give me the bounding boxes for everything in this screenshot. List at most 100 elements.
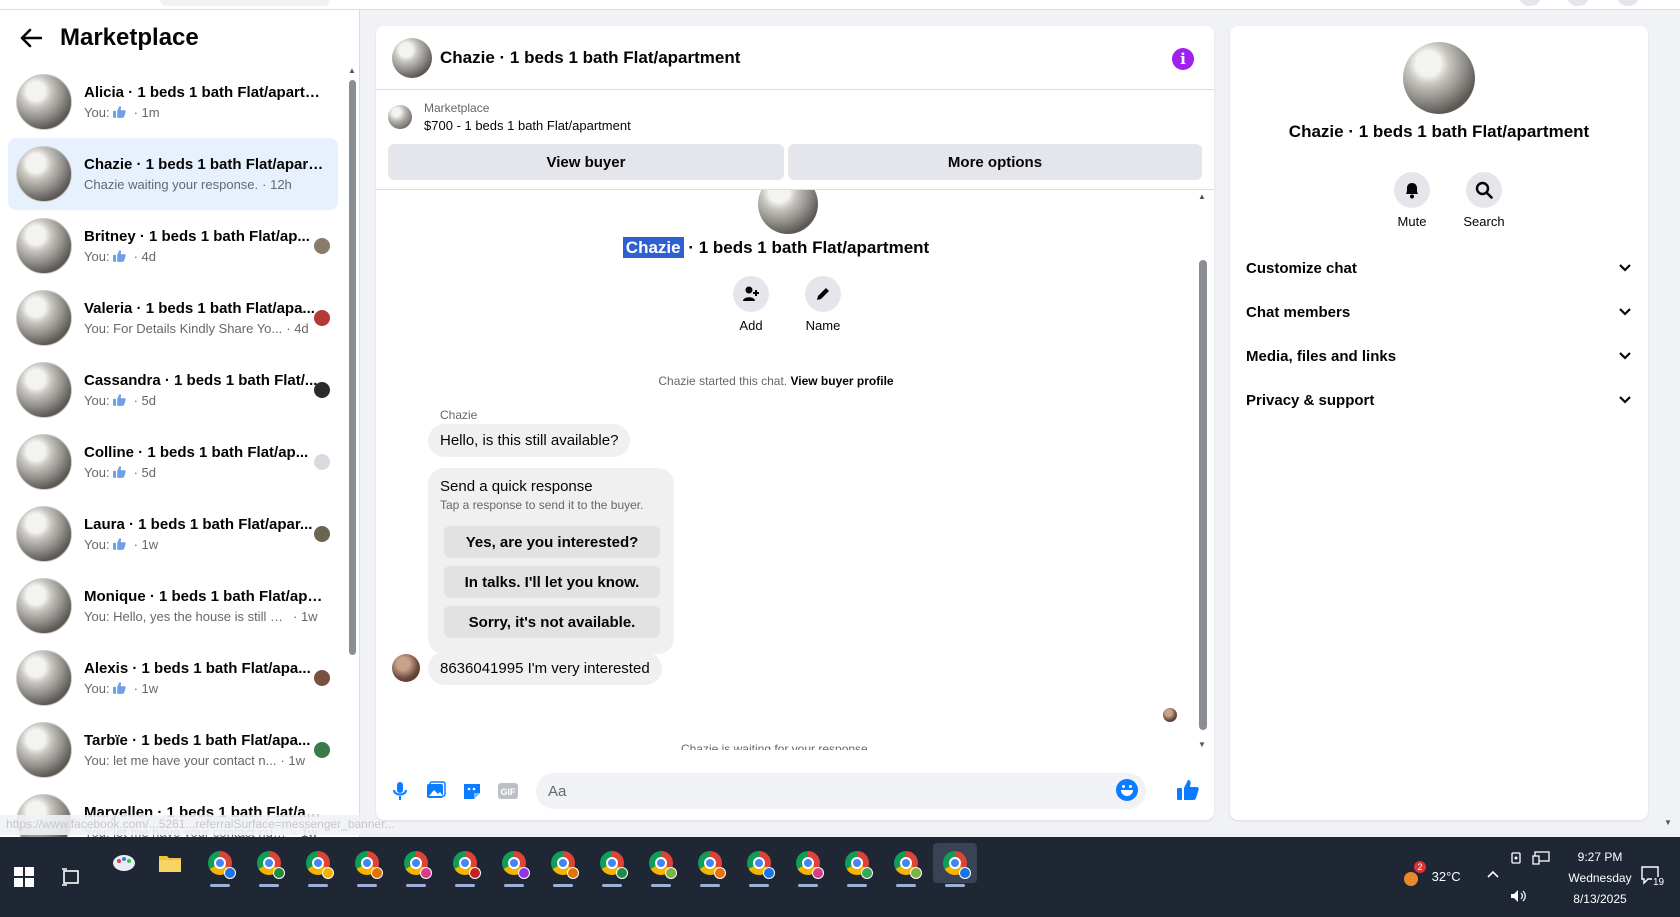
quick-response-option[interactable]: In talks. I'll let you know. [444,566,660,598]
paint-app-icon[interactable] [102,843,146,883]
conversation-item[interactable]: Alexis · 1 beds 1 bath Flat/apa... You: · … [8,642,338,714]
chrome-profile-icon[interactable] [590,843,634,887]
conversation-text: Monique · 1 beds 1 bath Flat/apa... You: … [84,588,324,624]
weather-widget[interactable]: 2 32°C [1400,861,1461,889]
chrome-profile-icon[interactable] [443,843,487,887]
buyer-avatar[interactable] [392,654,420,682]
chrome-profile-icon[interactable] [492,843,536,887]
section-label: Media, files and links [1246,347,1397,365]
emoji-icon[interactable] [1116,779,1138,801]
gif-icon[interactable]: GIF [496,779,520,803]
top-profile-dot[interactable] [1618,0,1638,6]
more-options-button[interactable]: More options [788,144,1202,180]
thumbs-up-icon [112,249,128,264]
incoming-message-1[interactable]: Hello, is this still available? [428,424,631,457]
top-search-pill[interactable] [160,0,330,6]
message-input[interactable]: Aa [536,773,1146,809]
page-title: Marketplace [60,24,199,51]
conversation-item[interactable]: Tarbïe · 1 beds 1 bath Flat/apa... You: l… [8,714,338,786]
message-time: · 4d [133,249,156,264]
view-buyer-profile-link[interactable]: View buyer profile [790,374,893,388]
conversation-item[interactable]: Alicia · 1 beds 1 bath Flat/apartm... You… [8,66,338,138]
add-people-button[interactable]: Add [721,276,781,333]
conversation-preview: You: · 1w [84,537,324,552]
chrome-profile-icon[interactable] [541,843,585,887]
scroll-up-arrow-icon[interactable]: ▲ [1198,192,1206,201]
quick-response-title: Send a quick response [440,478,593,495]
conversation-item[interactable]: Chazie · 1 beds 1 bath Flat/apart... Chaz… [8,138,338,210]
chrome-profile-icon[interactable] [394,843,438,887]
chrome-profile-icon[interactable] [345,843,389,887]
incoming-message-2[interactable]: 8636041995 I'm very interested [428,652,662,685]
section-chat-members[interactable]: Chat members [1246,290,1632,334]
name-button[interactable]: Name [793,276,853,333]
section-media-files-links[interactable]: Media, files and links [1246,334,1632,378]
sidebar-scroll-thumb[interactable] [349,80,356,655]
section-privacy-support[interactable]: Privacy & support [1246,378,1632,422]
chevron-down-icon [1619,308,1631,316]
thread-scrollbar[interactable]: ▲ ▼ [1198,190,1208,750]
chrome-profile-icon[interactable] [933,843,977,887]
conversation-item[interactable]: Monique · 1 beds 1 bath Flat/apa... You: … [8,570,338,642]
conversation-text: Chazie · 1 beds 1 bath Flat/apart... Chaz… [84,156,324,192]
chat-title[interactable]: Chazie · 1 beds 1 bath Flat/apartment [440,48,740,68]
thumbs-up-send-icon[interactable] [1176,778,1202,804]
photo-icon[interactable] [424,779,448,803]
chrome-profile-icon[interactable] [737,843,781,887]
listing-price: $700 - 1 beds 1 bath Flat/apartment [424,118,631,133]
top-notification-dot[interactable] [1568,0,1588,6]
section-customize-chat[interactable]: Customize chat [1246,246,1632,290]
conversation-item[interactable]: Cassandra · 1 beds 1 bath Flat/... You: · … [8,354,338,426]
conversation-text: Alexis · 1 beds 1 bath Flat/apa... You: · … [84,660,324,696]
conversation-item[interactable]: Britney · 1 beds 1 bath Flat/ap... You: · … [8,210,338,282]
quick-response-option[interactable]: Yes, are you interested? [444,526,660,558]
chrome-profile-icon[interactable] [296,843,340,887]
windows-start-icon[interactable] [14,867,34,887]
message-snippet: You: For Details Kindly Share Yo... [84,321,283,336]
sticker-icon[interactable] [460,779,484,803]
details-avatar[interactable] [1403,42,1475,114]
sender-name: Chazie [440,408,478,422]
chrome-profile-icon[interactable] [688,843,732,887]
seen-indicator-avatar [1163,708,1177,722]
notification-center-icon[interactable]: 19 [1640,865,1666,888]
chrome-profile-icon[interactable] [884,843,928,887]
chrome-profile-icon[interactable] [786,843,830,887]
conversation-item[interactable]: Colline · 1 beds 1 bath Flat/ap... You: · … [8,426,338,498]
page-scroll-down-arrow-icon[interactable]: ▼ [1664,818,1672,827]
chat-avatar[interactable] [392,37,432,78]
conversation-item[interactable]: Valeria · 1 beds 1 bath Flat/apa... You: … [8,282,338,354]
microphone-icon[interactable] [388,779,412,803]
quick-response-option[interactable]: Sorry, it's not available. [444,606,660,638]
chrome-profile-icon[interactable] [835,843,879,887]
listing-actions: View buyer More options [376,144,1214,190]
conversation-item[interactable]: Laura · 1 beds 1 bath Flat/apar... You: · … [8,498,338,570]
back-arrow-icon[interactable] [18,25,44,51]
clock[interactable]: 9:27 PM Wednesday 8/13/2025 [1560,847,1640,910]
scroll-up-arrow-icon[interactable]: ▲ [348,66,356,75]
search-button[interactable]: Search [1454,172,1514,229]
chrome-profile-icon[interactable] [247,843,291,887]
chrome-profile-icon[interactable] [198,843,242,887]
meet-icon[interactable] [1510,851,1524,868]
sidebar-scrollbar[interactable]: ▲ [348,66,356,836]
scroll-down-arrow-icon[interactable]: ▼ [1198,740,1206,749]
show-hidden-icons-chevron-icon[interactable] [1486,867,1500,882]
conversation-preview: You: let me have your contact n... · 1w [84,753,324,768]
top-menu-dot[interactable] [1520,0,1540,6]
volume-icon[interactable] [1510,889,1528,906]
listing-thumbnail [16,578,72,634]
thread-title-rest: · 1 beds 1 bath Flat/apartment [683,238,930,257]
chat-started-notice: Chazie started this chat. View buyer pro… [376,374,1176,388]
thread-scroll-thumb[interactable] [1199,260,1207,730]
network-icon[interactable] [1532,851,1550,868]
task-view-icon[interactable] [49,857,93,897]
chrome-profile-icon[interactable] [639,843,683,887]
message-time: · 12h [262,177,292,192]
clock-time: 9:27 PM [1577,850,1623,864]
mute-button[interactable]: Mute [1382,172,1442,229]
file-explorer-icon[interactable] [148,843,192,883]
view-buyer-button[interactable]: View buyer [388,144,784,180]
listing-summary[interactable]: Marketplace $700 - 1 beds 1 bath Flat/ap… [376,90,1214,144]
info-icon[interactable]: i [1172,48,1194,70]
